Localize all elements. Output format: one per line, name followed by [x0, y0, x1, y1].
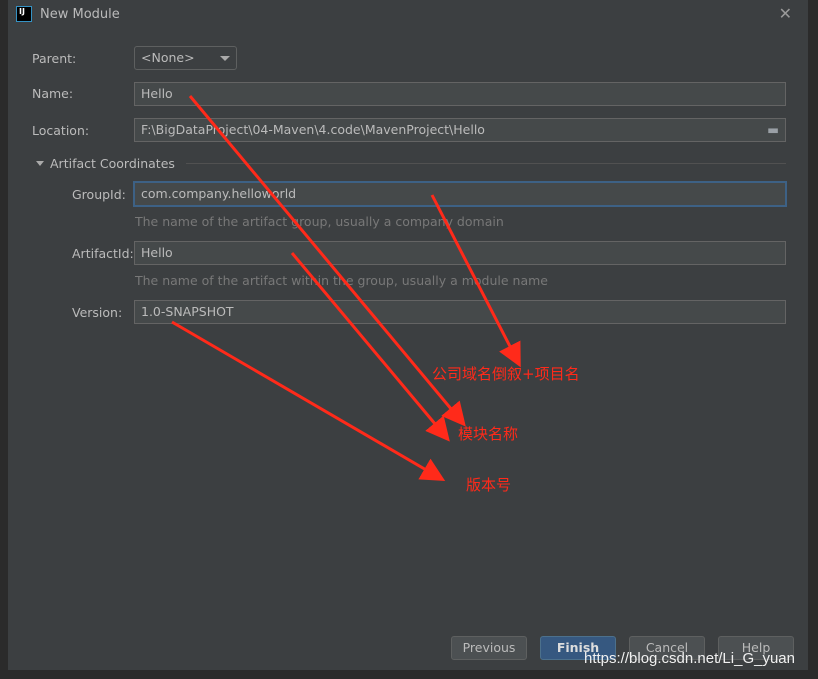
- version-annotation: 版本号: [466, 476, 512, 494]
- annotation-arrows: [171, 95, 521, 482]
- arrow-artifactid: [290, 252, 450, 442]
- arrow-groupid: [430, 194, 521, 368]
- arrow-name: [188, 95, 466, 427]
- groupid-annotation: 公司域名倒叙+项目名: [432, 365, 580, 383]
- artifactid-annotation: 模块名称: [458, 425, 519, 443]
- watermark: https://blog.csdn.net/Li_G_yuan: [584, 650, 795, 667]
